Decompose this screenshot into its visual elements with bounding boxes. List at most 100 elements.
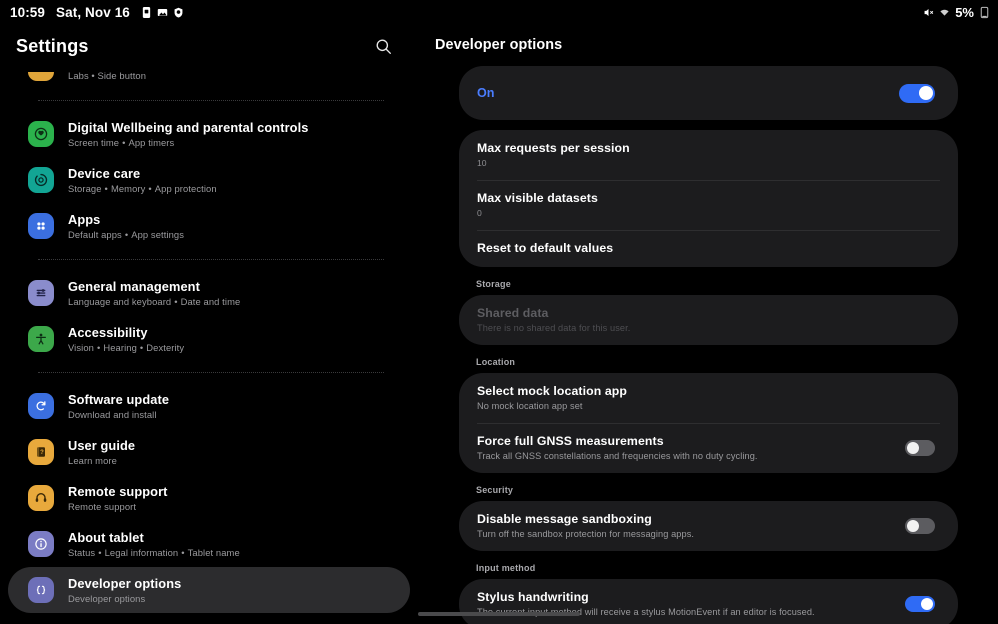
divider (38, 372, 384, 373)
developer-options-master-switch-row[interactable]: On (459, 66, 958, 120)
sidebar-item-user-guide[interactable]: ? User guide Learn more (8, 429, 410, 475)
pref-max-requests-per-session[interactable]: Max requests per session 10 (459, 130, 958, 180)
mute-icon (924, 8, 934, 16)
pref-select-mock-location-app[interactable]: Select mock location app No mock locatio… (459, 373, 958, 423)
stylus-handwriting-toggle[interactable] (905, 595, 935, 612)
sidebar-item-digital-wellbeing[interactable]: Digital Wellbeing and parental controls … (8, 111, 410, 157)
sidebar-item-about-tablet[interactable]: About tablet Status • Legal information • Ta… (8, 521, 410, 567)
wifi-icon (940, 9, 949, 16)
pref-title: Disable message sandboxing (477, 512, 652, 526)
sidebar-item-subtitle: Screen time • App timers (68, 137, 175, 148)
pref-title: Select mock location app (477, 384, 628, 398)
divider (38, 259, 384, 260)
pref-max-visible-datasets[interactable]: Max visible datasets 0 (459, 180, 958, 230)
sidebar-item-label: Software update (68, 392, 170, 407)
gesture-home-bar[interactable] (418, 612, 580, 616)
sidebar-item-label: Digital Wellbeing and parental controls (68, 120, 309, 135)
preference-card-storage: Shared data There is no shared data for … (459, 295, 958, 345)
detail-header: Developer options (418, 24, 998, 66)
preference-card-values: Max requests per session 10 Max visible … (459, 130, 958, 267)
status-notification-icons (141, 6, 184, 19)
user-guide-icon: ? (28, 439, 54, 465)
sidebar-item-label: Apps (68, 212, 101, 227)
preference-card-location: Select mock location app No mock locatio… (459, 373, 958, 473)
sidebar-item-remote-support[interactable]: Remote support Remote support (8, 475, 410, 521)
software-update-icon (28, 393, 54, 419)
developer-options-pane: Developer options On Max requests per se… (418, 24, 998, 624)
sliders-icon (28, 280, 54, 306)
sidebar-item-device-care[interactable]: Device care Storage • Memory • App protectio… (8, 157, 410, 203)
sidebar-item-subtitle: Learn more (68, 455, 117, 466)
sidebar-item-subtitle: Labs • Side button (68, 70, 147, 81)
settings-header: Settings (0, 24, 418, 68)
master-switch-label: On (477, 86, 495, 100)
pref-title: Reset to default values (477, 241, 614, 255)
pref-title: Shared data (477, 306, 549, 320)
sidebar-item-apps[interactable]: Apps Default apps • App settings (8, 203, 410, 249)
search-icon[interactable] (370, 33, 396, 59)
headset-icon (28, 485, 54, 511)
sidebar-item-label: Remote support (68, 484, 168, 499)
status-bar: 10:59 Sat, Nov 16 5% (0, 0, 998, 24)
code-braces-icon (28, 577, 54, 603)
detail-title: Developer options (435, 37, 563, 53)
pref-subtitle: No mock location app set (477, 401, 583, 411)
pref-subtitle: Track all GNSS constellations and freque… (477, 451, 758, 461)
sidebar-item-general-management[interactable]: General management Language and keyboard… (8, 270, 410, 316)
section-header-storage: Storage (476, 279, 511, 289)
device-care-icon (28, 167, 54, 193)
battery-icon (980, 6, 989, 18)
pref-shared-data: Shared data There is no shared data for … (459, 295, 958, 345)
sidebar-item-developer-options[interactable]: Developer options Developer options (8, 567, 410, 613)
status-date: Sat, Nov 16 (56, 4, 130, 20)
divider (38, 100, 384, 101)
advanced-features-icon (28, 72, 54, 81)
pref-title: Max requests per session (477, 141, 630, 155)
sidebar-item-label: About tablet (68, 530, 144, 545)
accessibility-icon (28, 326, 54, 352)
sidebar-item-subtitle: Remote support (68, 501, 137, 512)
pref-value: 10 (477, 158, 487, 168)
sidebar-item-label: Accessibility (68, 325, 148, 340)
status-bar-left: 10:59 Sat, Nov 16 (10, 5, 184, 20)
sidebar-item-subtitle: Default apps • App settings (68, 229, 185, 240)
sidebar-item-label: Developer options (68, 576, 182, 591)
sidebar-item-label: User guide (68, 438, 136, 453)
section-header-location: Location (476, 357, 516, 367)
sidebar-nav-list: Labs • Side button Digital Wellbeing and… (0, 68, 418, 613)
sidebar-item-label: Device care (68, 166, 141, 181)
apps-grid-icon (28, 213, 54, 239)
section-header-input-method: Input method (476, 563, 536, 573)
info-icon (28, 531, 54, 557)
sim-card-icon (142, 6, 151, 18)
pref-subtitle: Turn off the sandbox protection for mess… (477, 529, 695, 539)
pref-reset-to-default-values[interactable]: Reset to default values (459, 230, 958, 267)
pref-subtitle: There is no shared data for this user. (477, 323, 631, 333)
status-bar-right: 5% (923, 5, 990, 20)
shield-icon (174, 7, 183, 18)
sidebar-item-subtitle: Language and keyboard • Date and time (68, 296, 241, 307)
disable-message-sandboxing-toggle[interactable] (905, 517, 935, 534)
sidebar-item-subtitle: Download and install (68, 409, 157, 420)
svg-text:?: ? (40, 450, 44, 456)
force-full-gnss-toggle[interactable] (905, 439, 935, 456)
sidebar-item-subtitle: Storage • Memory • App protection (68, 183, 217, 194)
pref-title: Force full GNSS measurements (477, 434, 664, 448)
settings-sidebar-pane: Settings Labs • Side button Digital Well… (0, 24, 418, 624)
pref-stylus-handwriting[interactable]: Stylus handwriting The current input met… (459, 579, 958, 624)
pref-title: Stylus handwriting (477, 590, 589, 604)
pref-force-full-gnss-measurements[interactable]: Force full GNSS measurements Track all G… (459, 423, 958, 473)
pref-value: 0 (477, 208, 482, 218)
wellbeing-icon (28, 121, 54, 147)
preference-card-security: Disable message sandboxing Turn off the … (459, 501, 958, 551)
sidebar-item-advanced-features[interactable]: Labs • Side button (8, 68, 410, 90)
pref-disable-message-sandboxing[interactable]: Disable message sandboxing Turn off the … (459, 501, 958, 551)
sidebar-item-accessibility[interactable]: Accessibility Vision • Hearing • Dexterity (8, 316, 410, 362)
status-clock: 10:59 (10, 4, 46, 20)
sidebar-item-subtitle: Status • Legal information • Tablet name (68, 547, 240, 558)
sidebar-item-subtitle: Developer options (68, 593, 146, 604)
preference-card-input-method: Stylus handwriting The current input met… (459, 579, 958, 624)
master-switch-toggle[interactable] (899, 83, 935, 103)
sidebar-item-software-update[interactable]: Software update Download and install (8, 383, 410, 429)
pref-title: Max visible datasets (477, 191, 598, 205)
